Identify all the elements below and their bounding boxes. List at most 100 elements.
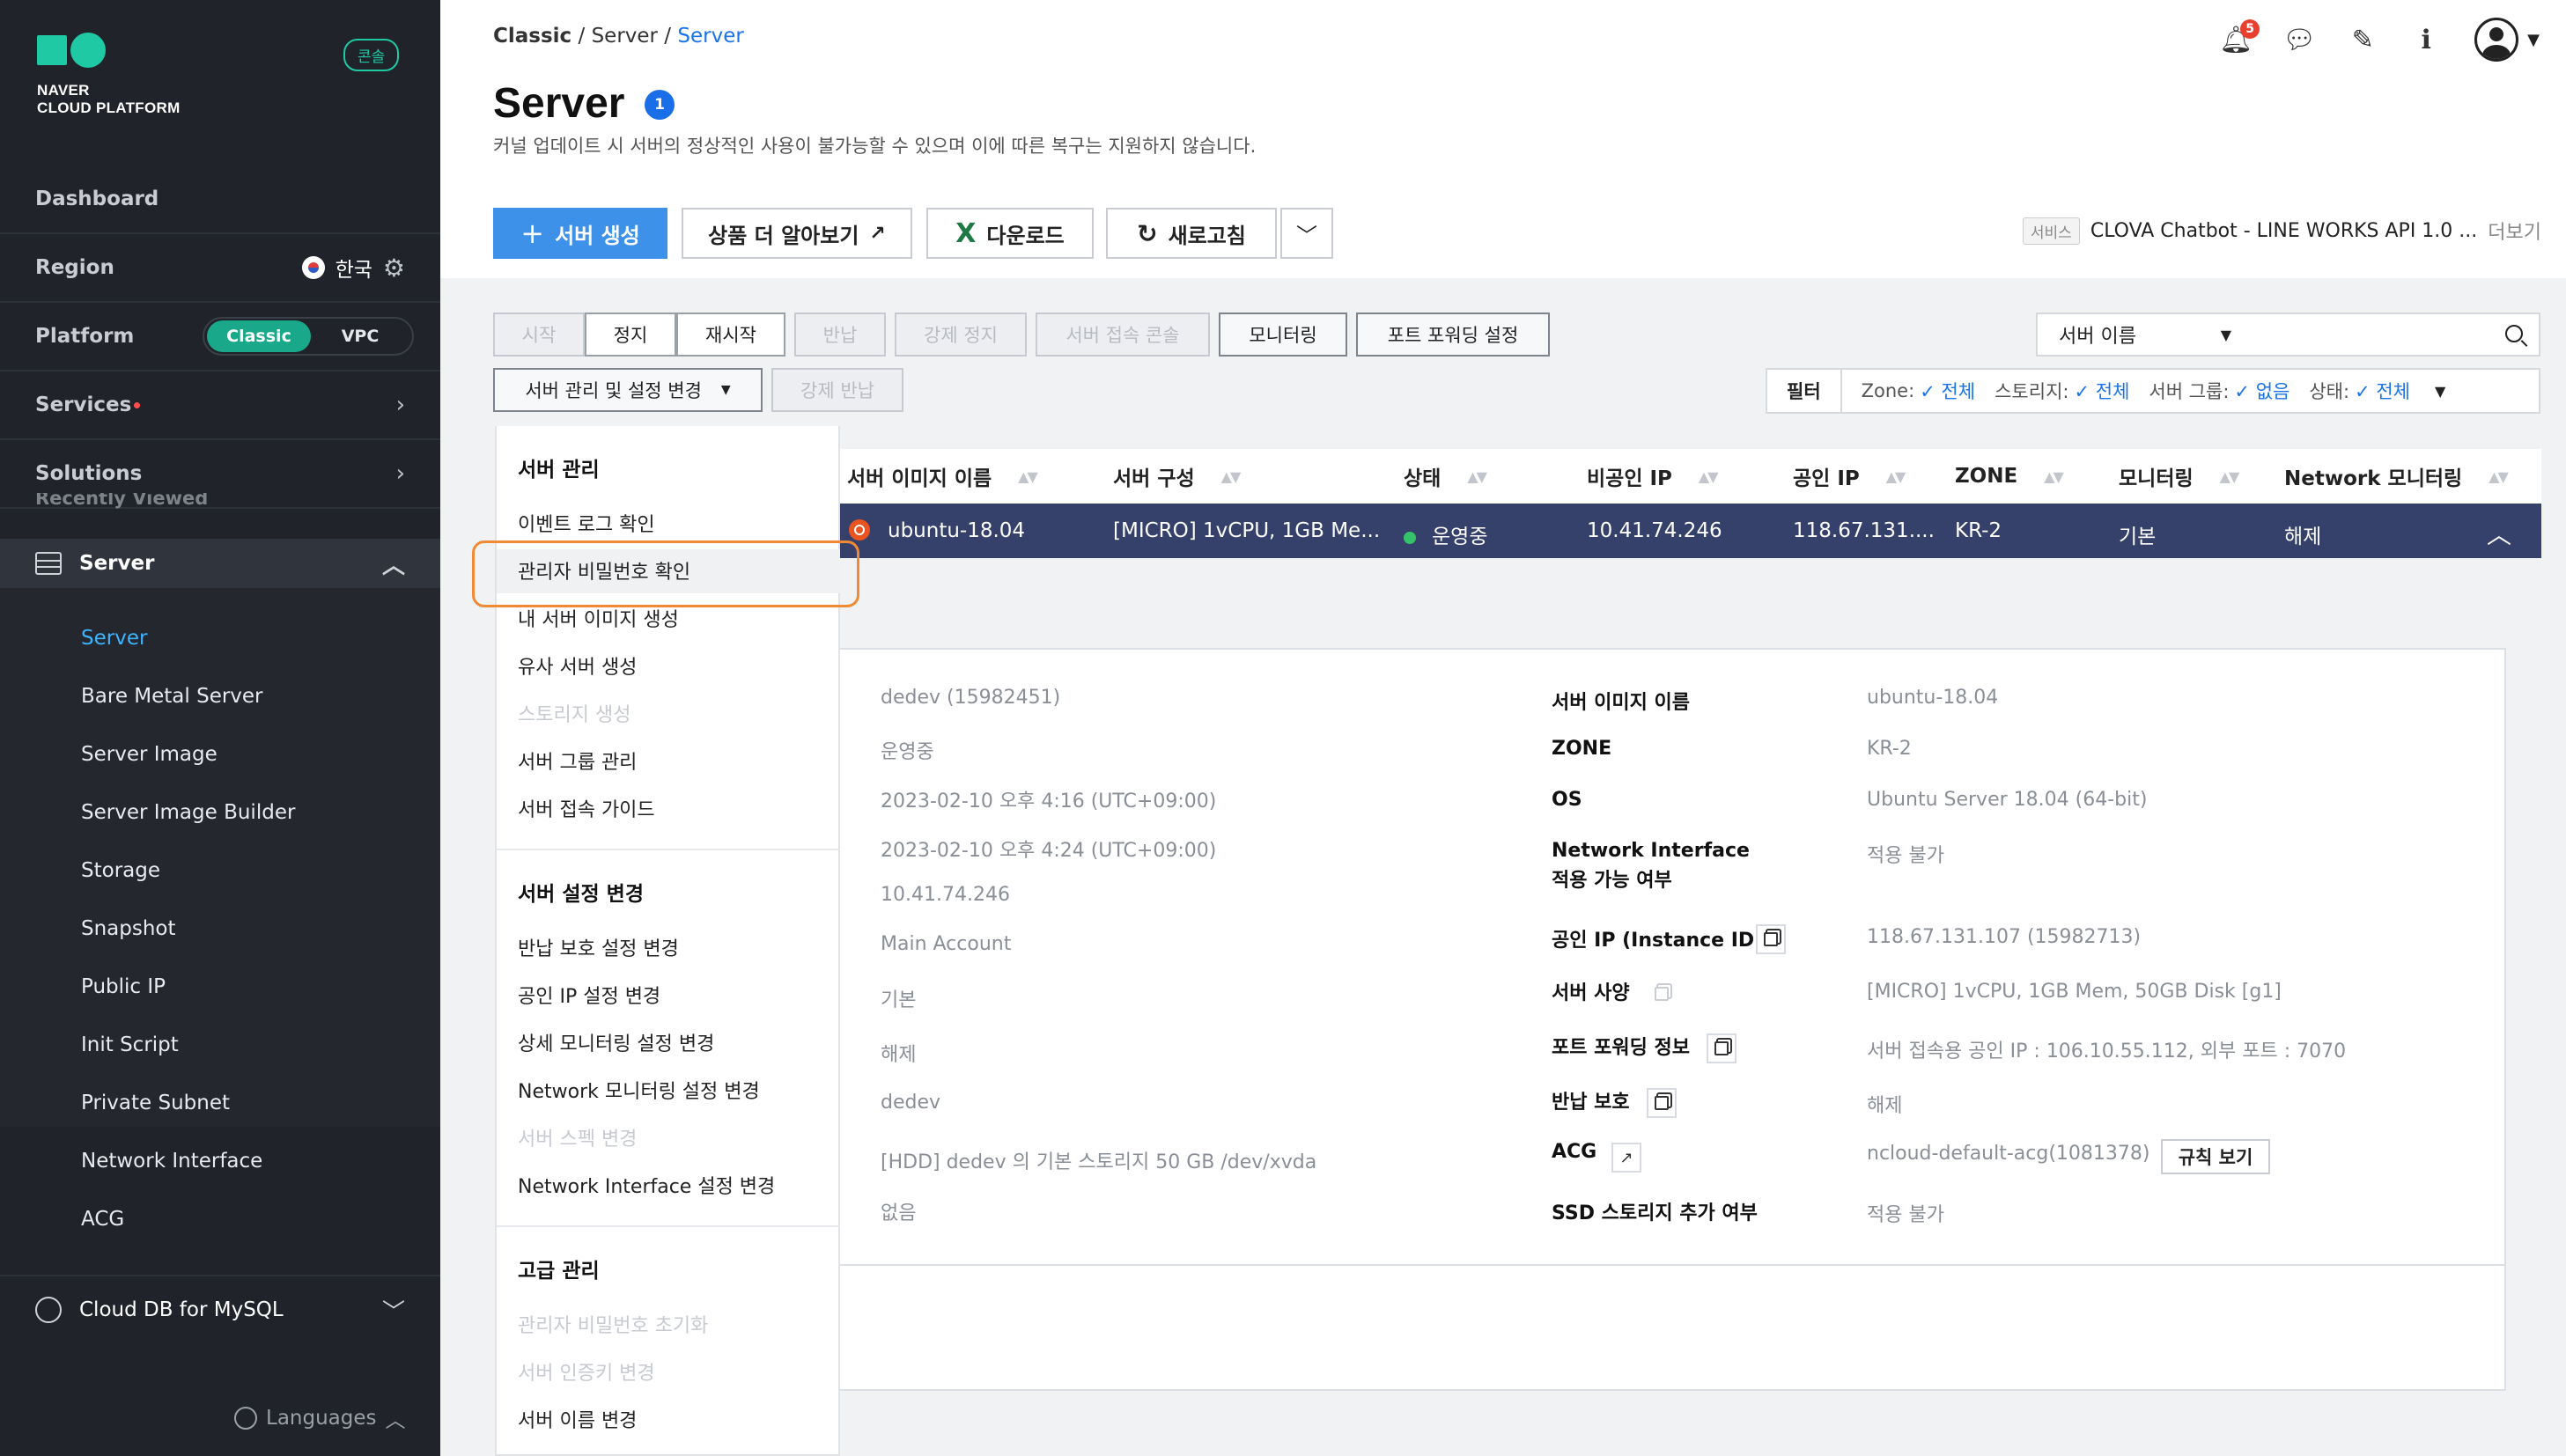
sidebar-item-region[interactable]: Region 한국 ⚙ bbox=[0, 234, 440, 303]
info-count-badge[interactable]: 1 bbox=[645, 90, 675, 120]
sort-icon: ▲▼ bbox=[1018, 467, 1038, 485]
platform-classic-option[interactable]: Classic bbox=[207, 320, 311, 352]
user-menu[interactable]: ▼ bbox=[2474, 18, 2540, 62]
monitoring-button[interactable]: 모니터링 bbox=[1219, 313, 1347, 357]
sidebar: NAVER CLOUD PLATFORM 콘솔 Dashboard Region… bbox=[0, 0, 440, 1456]
detail-private-ip: 10.41.74.246 bbox=[881, 884, 1010, 906]
start-button[interactable]: 시작 bbox=[493, 313, 585, 357]
sort-icon: ▲▼ bbox=[1467, 467, 1487, 485]
logo-mark-icon bbox=[37, 33, 181, 68]
copy-icon[interactable] bbox=[1647, 1088, 1677, 1118]
menu-item-rename-server[interactable]: 서버 이름 변경 bbox=[518, 1405, 637, 1433]
external-link-icon[interactable]: ↗ bbox=[1611, 1143, 1641, 1173]
naver-cloud-logo[interactable]: NAVER CLOUD PLATFORM bbox=[37, 33, 181, 117]
languages-button[interactable]: Languages ︿ bbox=[234, 1403, 406, 1433]
menu-item-network-monitoring[interactable]: Network 모니터링 설정 변경 bbox=[518, 1076, 760, 1104]
menu-item-create-image[interactable]: 내 서버 이미지 생성 bbox=[518, 604, 679, 632]
filter-group-value[interactable]: 없음 bbox=[2234, 378, 2290, 404]
sidebar-subitem-init-script[interactable]: Init Script bbox=[81, 1033, 179, 1056]
external-link-icon: ↗ bbox=[869, 222, 886, 245]
menu-item-server-group[interactable]: 서버 그룹 관리 bbox=[518, 746, 637, 775]
table-row[interactable]: ubuntu-18.04 [MICRO] 1vCPU, 1GB Me... 운영… bbox=[840, 504, 2541, 558]
info-panel-icon[interactable]: ℹ bbox=[2411, 25, 2441, 55]
menu-item-event-log[interactable]: 이벤트 로그 확인 bbox=[518, 509, 655, 537]
menu-item-access-guide[interactable]: 서버 접속 가이드 bbox=[518, 794, 655, 822]
filter-storage-value[interactable]: 전체 bbox=[2074, 378, 2130, 404]
copy-icon[interactable] bbox=[1647, 979, 1677, 1009]
more-options-button[interactable]: ﹀ bbox=[1280, 208, 1333, 259]
restart-button[interactable]: 재시작 bbox=[676, 313, 785, 357]
copy-icon[interactable] bbox=[1707, 1033, 1736, 1063]
view-rules-button[interactable]: 규칙 보기 bbox=[2161, 1139, 2270, 1174]
menu-item-reset-password: 관리자 비밀번호 초기화 bbox=[518, 1315, 709, 1337]
filter-label[interactable]: 필터 bbox=[1767, 370, 1842, 412]
force-return-button[interactable]: 강제 반납 bbox=[771, 368, 903, 412]
force-stop-button[interactable]: 강제 정지 bbox=[895, 313, 1027, 357]
port-forwarding-button[interactable]: 포트 포워딩 설정 bbox=[1356, 313, 1550, 357]
sidebar-subitem-network-interface[interactable]: Network Interface bbox=[81, 1150, 262, 1173]
refresh-button[interactable]: ↻ 새로고침 bbox=[1106, 208, 1277, 259]
sidebar-subitem-private-subnet[interactable]: Private Subnet bbox=[81, 1092, 230, 1114]
col-status[interactable]: 상태 ▲▼ bbox=[1404, 461, 1487, 491]
sidebar-subitem-snapshot[interactable]: Snapshot bbox=[81, 917, 176, 940]
collapse-row-icon[interactable]: ︿ bbox=[2487, 516, 2511, 551]
breadcrumb-classic[interactable]: Classic bbox=[493, 25, 571, 48]
menu-item-detail-monitoring[interactable]: 상세 모니터링 설정 변경 bbox=[518, 1028, 714, 1056]
detail-server-name: dedev (15982451) bbox=[881, 687, 1061, 709]
sidebar-subitem-server-image[interactable]: Server Image bbox=[81, 743, 218, 766]
col-private-ip[interactable]: 비공인 IP ▲▼ bbox=[1587, 461, 1718, 491]
sidebar-item-dashboard[interactable]: Dashboard bbox=[0, 165, 440, 234]
col-spec[interactable]: 서버 구성 ▲▼ bbox=[1113, 461, 1241, 491]
menu-item-public-ip[interactable]: 공인 IP 설정 변경 bbox=[518, 981, 660, 1009]
filter-group-key: 서버 그룹: bbox=[2149, 381, 2230, 402]
cell-image: ubuntu-18.04 bbox=[888, 519, 1026, 542]
filter-zone-value[interactable]: 전체 bbox=[1920, 378, 1975, 404]
platform-vpc-option[interactable]: VPC bbox=[311, 327, 409, 346]
col-image-name[interactable]: 서버 이미지 이름 ▲▼ bbox=[847, 461, 1038, 491]
menu-item-network-interface[interactable]: Network Interface 설정 변경 bbox=[518, 1171, 775, 1199]
create-server-button[interactable]: + 서버 생성 bbox=[493, 208, 667, 259]
sidebar-subitem-bare-metal-server[interactable]: Bare Metal Server bbox=[81, 685, 263, 708]
filter-bar[interactable]: 필터 Zone:전체 스토리지:전체 서버 그룹:없음 상태:전체 ▼ bbox=[1766, 368, 2540, 414]
notification-count-badge: 5 bbox=[2240, 19, 2260, 39]
console-badge[interactable]: 콘솔 bbox=[343, 39, 400, 71]
sidebar-subitem-storage[interactable]: Storage bbox=[81, 859, 160, 882]
sidebar-subitem-public-ip[interactable]: Public IP bbox=[81, 975, 166, 998]
sidebar-item-server[interactable]: Server ︿ bbox=[0, 539, 440, 588]
sidebar-item-services[interactable]: Services › bbox=[0, 371, 440, 440]
learn-more-button[interactable]: 상품 더 알아보기 ↗ bbox=[682, 208, 912, 259]
detail-value-spec: [MICRO] 1vCPU, 1GB Mem, 50GB Disk [g1] bbox=[1867, 981, 2282, 1003]
search-icon[interactable] bbox=[2505, 325, 2523, 342]
server-manage-dropdown[interactable]: 서버 관리 및 설정 변경 ▼ bbox=[493, 368, 763, 412]
col-public-ip[interactable]: 공인 IP ▲▼ bbox=[1793, 461, 1906, 491]
search-input[interactable] bbox=[2254, 313, 2540, 357]
sidebar-item-cloud-db-mysql[interactable]: Cloud DB for MySQL ﹀ bbox=[0, 1275, 440, 1343]
server-console-button[interactable]: 서버 접속 콘솔 bbox=[1036, 313, 1210, 357]
service-more-link[interactable]: 더보기 bbox=[2488, 217, 2541, 245]
edit-note-icon[interactable]: ✎ bbox=[2348, 25, 2378, 55]
col-monitoring[interactable]: 모니터링 ▲▼ bbox=[2119, 461, 2239, 491]
return-button[interactable]: 반납 bbox=[794, 313, 886, 357]
copy-icon[interactable] bbox=[1756, 924, 1786, 954]
breadcrumb-server-current[interactable]: Server bbox=[677, 25, 743, 48]
menu-item-similar-server[interactable]: 유사 서버 생성 bbox=[518, 651, 637, 680]
bell-icon[interactable]: 🔔︎ 5 bbox=[2219, 19, 2260, 55]
sidebar-subitem-server-image-builder[interactable]: Server Image Builder bbox=[81, 801, 295, 824]
search-field-select[interactable]: 서버 이름 ▼ bbox=[2036, 313, 2256, 357]
gear-icon[interactable]: ⚙ bbox=[383, 254, 405, 283]
detail-value-zone: KR-2 bbox=[1867, 738, 1912, 760]
col-network-monitoring[interactable]: Network 모니터링 ▲▼ bbox=[2284, 461, 2509, 491]
filter-status-value[interactable]: 전체 bbox=[2355, 378, 2410, 404]
download-button[interactable]: X 다운로드 bbox=[926, 208, 1094, 259]
sidebar-subitem-acg[interactable]: ACG bbox=[81, 1208, 124, 1231]
detail-divider bbox=[840, 1264, 2504, 1266]
menu-item-create-storage: 스토리지 생성 bbox=[518, 704, 631, 726]
breadcrumb-server-category[interactable]: Server bbox=[592, 25, 658, 48]
stop-button[interactable]: 정지 bbox=[585, 313, 676, 357]
sidebar-subitem-server[interactable]: Server bbox=[81, 627, 147, 650]
caret-down-icon[interactable]: ▼ bbox=[2435, 383, 2445, 400]
col-zone[interactable]: ZONE ▲▼ bbox=[1955, 465, 2064, 488]
platform-toggle[interactable]: Classic VPC bbox=[203, 317, 414, 356]
menu-item-return-protection[interactable]: 반납 보호 설정 변경 bbox=[518, 933, 679, 961]
chat-icon[interactable]: 💬︎ bbox=[2282, 25, 2316, 55]
